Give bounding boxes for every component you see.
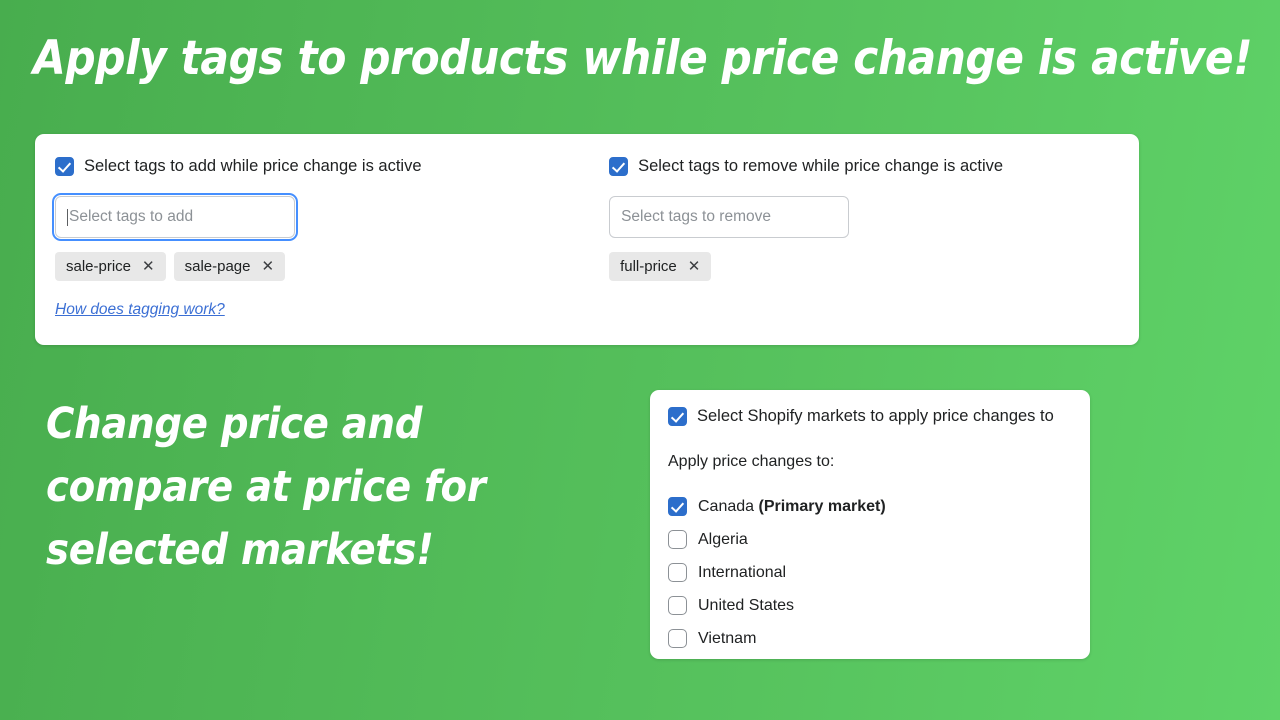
markets-subtitle: Apply price changes to: bbox=[668, 453, 835, 470]
market-name: International bbox=[698, 563, 787, 581]
remove-tags-input[interactable]: Select tags to remove bbox=[609, 196, 850, 238]
markets-card: Select Shopify markets to apply price ch… bbox=[650, 390, 1090, 659]
page-headline-top: Apply tags to products while price chang… bbox=[33, 31, 1253, 86]
remove-tags-checkbox-label: Select tags to remove while price change… bbox=[638, 157, 1004, 175]
tag-chip[interactable]: full-price ✕ bbox=[609, 252, 712, 281]
market-row[interactable]: Canada (Primary market) bbox=[668, 490, 1072, 523]
markets-checkbox-row[interactable]: Select Shopify markets to apply price ch… bbox=[668, 404, 1072, 428]
text-caret bbox=[67, 208, 68, 226]
checkbox-checked-icon[interactable] bbox=[609, 156, 629, 176]
market-name: Canada bbox=[698, 497, 755, 515]
add-tags-input-placeholder: Select tags to add bbox=[69, 208, 194, 225]
checkbox-unchecked-icon[interactable] bbox=[668, 629, 687, 648]
tags-remove-column: Select tags to remove while price change… bbox=[609, 154, 1119, 319]
tag-chip-label: full-price bbox=[620, 258, 677, 275]
tag-chip-label: sale-page bbox=[184, 258, 251, 275]
close-icon[interactable]: ✕ bbox=[262, 259, 275, 274]
tag-chip[interactable]: sale-page ✕ bbox=[173, 252, 286, 281]
market-label: Canada (Primary market) bbox=[698, 498, 886, 516]
checkbox-unchecked-icon[interactable] bbox=[668, 596, 687, 615]
remove-tags-input-placeholder: Select tags to remove bbox=[621, 208, 771, 225]
markets-checkbox-label: Select Shopify markets to apply price ch… bbox=[697, 407, 1054, 425]
market-name: United States bbox=[698, 596, 795, 614]
market-name: Algeria bbox=[698, 530, 748, 548]
add-tags-chip-list: sale-price ✕ sale-page ✕ bbox=[55, 252, 609, 281]
add-tags-checkbox-row[interactable]: Select tags to add while price change is… bbox=[55, 154, 609, 178]
checkbox-checked-icon[interactable] bbox=[55, 156, 74, 176]
remove-tags-chip-list: full-price ✕ bbox=[609, 252, 1119, 281]
checkbox-unchecked-icon[interactable] bbox=[668, 563, 687, 582]
add-tags-checkbox-label: Select tags to add while price change is… bbox=[84, 157, 422, 175]
close-icon[interactable]: ✕ bbox=[142, 259, 155, 274]
market-row[interactable]: United States bbox=[668, 589, 1072, 622]
market-row[interactable]: International bbox=[668, 556, 1072, 589]
tag-chip-label: sale-price bbox=[66, 258, 132, 275]
close-icon[interactable]: ✕ bbox=[688, 259, 701, 274]
checkbox-checked-icon[interactable] bbox=[668, 406, 687, 426]
market-row[interactable]: Algeria bbox=[668, 523, 1072, 556]
tags-card: Select tags to add while price change is… bbox=[35, 134, 1139, 345]
market-name: Vietnam bbox=[698, 629, 757, 647]
add-tags-input[interactable]: Select tags to add bbox=[52, 193, 298, 241]
tag-chip[interactable]: sale-price ✕ bbox=[55, 252, 166, 281]
headline-mid-line-1: Change price and bbox=[46, 399, 423, 449]
tagging-help-link[interactable]: How does tagging work? bbox=[55, 301, 225, 319]
tags-add-column: Select tags to add while price change is… bbox=[52, 154, 609, 319]
market-suffix: (Primary market) bbox=[758, 497, 886, 515]
remove-tags-checkbox-row[interactable]: Select tags to remove while price change… bbox=[609, 154, 1119, 178]
headline-mid-line-3: selected markets! bbox=[46, 525, 434, 575]
market-row[interactable]: Vietnam bbox=[668, 622, 1072, 655]
headline-mid-line-2: compare at price for bbox=[46, 462, 486, 512]
checkbox-checked-icon[interactable] bbox=[668, 497, 687, 516]
markets-list: Canada (Primary market) Algeria Internat… bbox=[668, 490, 1072, 655]
checkbox-unchecked-icon[interactable] bbox=[668, 530, 687, 549]
page-headline-mid: Change price and compare at price for se… bbox=[46, 393, 566, 582]
